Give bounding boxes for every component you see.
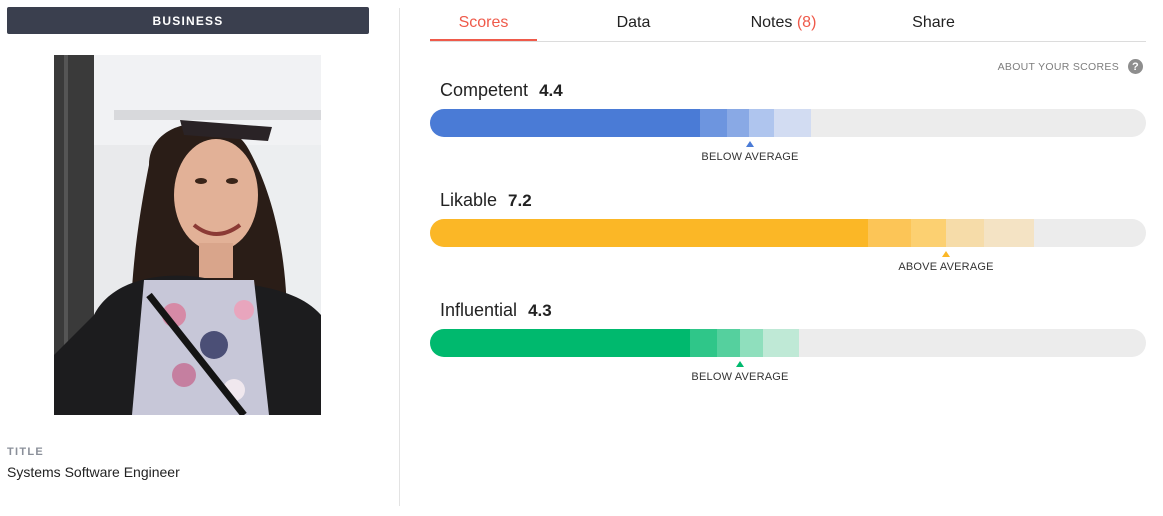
about-scores-link[interactable]: ABOUT YOUR SCORES ? — [998, 59, 1143, 74]
tab-data[interactable]: Data — [580, 6, 687, 39]
tab-data-label: Data — [616, 14, 651, 31]
metric-likable: Likable 7.2 ABOVE AVERAGE — [430, 190, 1146, 280]
tab-scores[interactable]: Scores — [430, 6, 537, 41]
category-badge: BUSINESS — [7, 7, 369, 34]
metric-competent: Competent 4.4 BELOW AVERAGE — [430, 80, 1146, 170]
score-bar-fill — [430, 109, 700, 137]
notes-count: (8) — [796, 14, 817, 31]
score-bar-range — [946, 219, 984, 247]
score-bar-range — [984, 219, 1034, 247]
metric-name: Influential — [440, 300, 518, 320]
tab-share[interactable]: Share — [880, 6, 987, 39]
metric-name: Likable — [440, 190, 498, 210]
title-label: TITLE — [7, 446, 45, 458]
score-bar — [430, 219, 1146, 247]
about-scores-label: ABOUT YOUR SCORES — [997, 60, 1119, 73]
score-bar-range — [774, 109, 811, 137]
profile-photo — [54, 55, 321, 415]
score-bar-range — [690, 329, 717, 357]
metric-heading: Likable 7.2 — [440, 190, 532, 211]
score-bar-range — [717, 329, 740, 357]
score-bar — [430, 109, 1146, 137]
score-bar-range — [763, 329, 799, 357]
metric-score: 7.2 — [508, 191, 532, 210]
tab-notes[interactable]: Notes (8) — [730, 6, 837, 39]
tab-notes-label: Notes — [750, 14, 793, 31]
score-bar-range — [911, 219, 946, 247]
title-value: Systems Software Engineer — [7, 464, 180, 480]
metric-name: Competent — [440, 80, 529, 100]
score-bar-fill — [430, 219, 868, 247]
comparison-label: BELOW AVERAGE — [691, 371, 789, 383]
average-marker-icon — [735, 361, 744, 367]
tab-scores-label: Scores — [458, 14, 509, 31]
average-marker-icon — [941, 251, 950, 257]
column-divider — [399, 8, 400, 506]
average-marker-icon — [745, 141, 754, 147]
comparison-label: BELOW AVERAGE — [701, 151, 799, 163]
score-bar-range — [749, 109, 774, 137]
metric-heading: Competent 4.4 — [440, 80, 563, 101]
help-circle-icon: ? — [1128, 59, 1143, 74]
metric-influential: Influential 4.3 BELOW AVERAGE — [430, 300, 1146, 390]
comparison-label: ABOVE AVERAGE — [898, 261, 994, 273]
tab-bar: Scores Data Notes (8) Share — [430, 6, 1146, 42]
score-bar-range — [727, 109, 749, 137]
metric-score: 4.4 — [539, 81, 563, 100]
score-bar-range — [700, 109, 727, 137]
profile-panel: BUSINESS TITLE Systems Software Engineer — [0, 0, 399, 516]
metric-score: 4.3 — [528, 301, 552, 320]
score-bar-fill — [430, 329, 690, 357]
score-bar — [430, 329, 1146, 357]
tab-share-label: Share — [912, 14, 955, 31]
score-bar-range — [740, 329, 763, 357]
metric-heading: Influential 4.3 — [440, 300, 552, 321]
score-bar-range — [868, 219, 911, 247]
